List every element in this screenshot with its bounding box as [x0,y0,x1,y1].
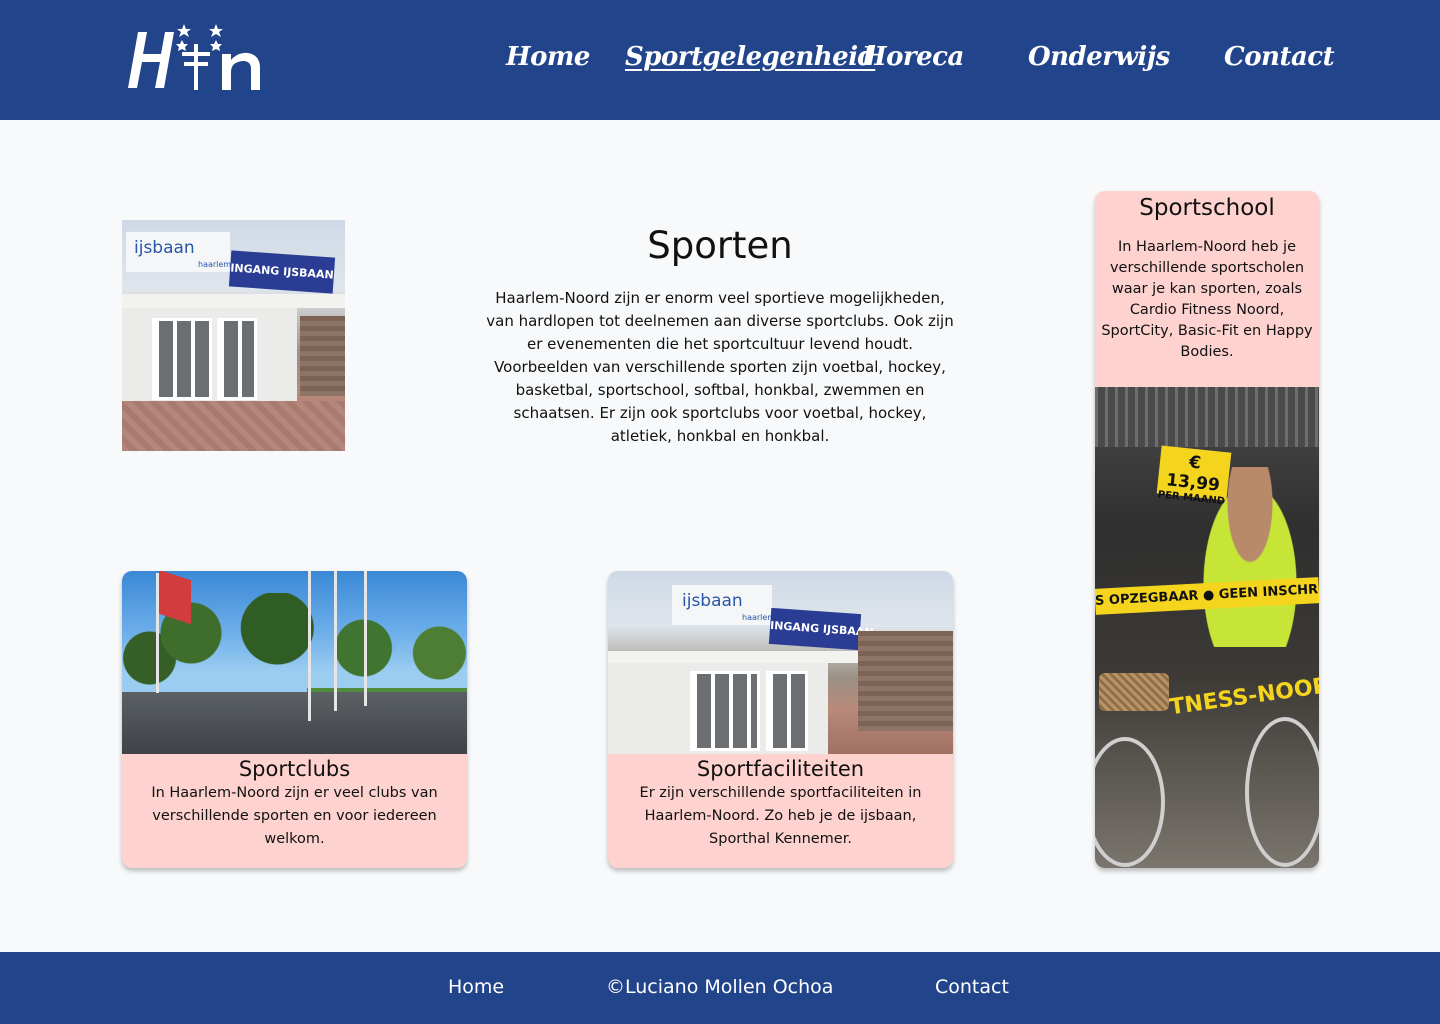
photo-banner: TNESS-NOORD [1168,670,1319,721]
photo-sign-banner: INGANG IJSBAAN [768,607,874,651]
sportfaciliteiten-photo: ijsbaan haarlem INGANG IJSBAAN [608,571,953,754]
photo-light-mast [308,571,311,721]
photo-ceiling [1095,387,1319,447]
nav-sportgelegenheid[interactable]: Sportgelegenheid [625,42,876,72]
photo-basket [1099,673,1169,711]
photo-sign: ijsbaan haarlem [672,585,775,625]
photo-door [152,318,212,400]
photo-ground [122,692,467,754]
card-text: In Haarlem-Noord zijn er veel clubs van … [151,785,438,847]
photo-price-sign: € 13,99 PER MAAND [1156,445,1232,507]
site-logo[interactable] [124,22,266,94]
photo-sign-subtext: haarlem [198,260,232,269]
nav-onderwijs[interactable]: Onderwijs [1028,42,1170,72]
nav-horeca[interactable]: Horeca [862,42,964,72]
photo-sign-banner: INGANG IJSBAAN [228,250,336,294]
card-sportfaciliteiten[interactable]: ijsbaan haarlem INGANG IJSBAAN Sportfaci… [608,571,953,868]
ijsbaan-photo: ijsbaan haarlem INGANG IJSBAAN [122,220,345,451]
card-text: Er zijn verschillende sportfaciliteiten … [639,785,922,847]
card-sportclubs[interactable]: Sportclubs In Haarlem-Noord zijn er veel… [122,571,467,868]
photo-wood-wall [858,631,953,731]
footer-contact-link[interactable]: Contact [935,976,1009,998]
footer-copyright: ©Luciano Mollen Ochoa [606,976,834,998]
intro-text: Haarlem-Noord zijn er enorm veel sportie… [486,289,954,445]
photo-roof [608,651,883,663]
photo-bike-wheel [1245,717,1319,867]
photo-sign: ijsbaan haarlem [126,232,232,272]
page-title: Sporten [647,224,793,267]
photo-floor [122,401,345,451]
site-footer: Home ©Luciano Mollen Ochoa Contact [0,952,1440,1024]
footer-home-link[interactable]: Home [448,976,504,998]
card-text: In Haarlem-Noord heb je verschillende sp… [1101,239,1313,360]
photo-bike-wheel [1095,737,1165,867]
card-sportschool[interactable]: Sportschool In Haarlem-Noord heb je vers… [1095,191,1319,868]
card-title: Sportfaciliteiten [696,757,865,781]
photo-door [217,318,257,400]
card-title: Sportschool [1139,195,1275,221]
site-header: Home Sportgelegenheid Horeca Onderwijs C… [0,0,1440,120]
photo-light-mast [364,571,367,706]
card-title: Sportclubs [238,757,351,781]
photo-sign-text: ijsbaan [134,238,195,258]
photo-roof [122,294,345,308]
photo-sign-text: ijsbaan [682,591,743,611]
photo-light-mast [334,571,337,711]
photo-wood-wall [300,316,345,396]
photo-door [690,671,760,751]
nav-contact[interactable]: Contact [1224,42,1335,72]
sportschool-photo: € 13,99 PER MAAND S OPZEGBAAR ● GEEN INS… [1095,387,1319,868]
card-body: Sportclubs In Haarlem-Noord zijn er veel… [122,755,467,851]
sportclubs-photo [122,571,467,754]
nav-home[interactable]: Home [506,42,590,72]
photo-door [766,671,808,751]
card-body: Sportfaciliteiten Er zijn verschillende … [608,755,953,851]
